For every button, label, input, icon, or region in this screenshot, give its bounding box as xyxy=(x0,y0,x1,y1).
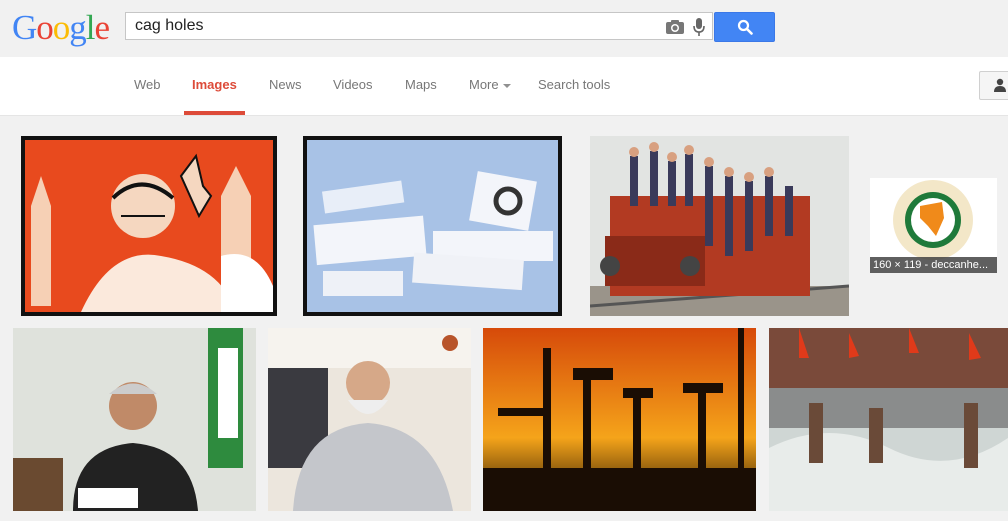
logo-letter: G xyxy=(12,8,37,47)
image-hover-caption: 160 × 119 - deccanhe... xyxy=(870,257,997,273)
search-button[interactable] xyxy=(714,12,775,42)
result-image xyxy=(769,328,1008,511)
search-box xyxy=(125,12,713,40)
microphone-icon[interactable] xyxy=(692,17,706,37)
result-image xyxy=(268,328,471,511)
image-result[interactable] xyxy=(483,328,756,511)
logo-letter: o xyxy=(36,8,53,47)
image-result[interactable] xyxy=(13,328,256,511)
tab-videos[interactable]: Videos xyxy=(333,77,373,93)
search-input[interactable] xyxy=(135,17,655,35)
active-tab-indicator xyxy=(184,111,245,115)
top-bar: Google xyxy=(0,0,1008,57)
caret-down-icon xyxy=(502,83,511,88)
tab-images[interactable]: Images xyxy=(192,77,237,93)
tab-web[interactable]: Web xyxy=(134,77,161,93)
result-image xyxy=(483,328,756,511)
logo-letter: o xyxy=(52,8,70,47)
tab-more[interactable]: More xyxy=(469,77,511,93)
account-icon xyxy=(994,78,1006,92)
tab-maps[interactable]: Maps xyxy=(405,77,437,93)
result-image xyxy=(303,136,562,316)
search-icon xyxy=(737,19,753,35)
image-result[interactable] xyxy=(769,328,1008,511)
image-result[interactable] xyxy=(590,136,849,316)
google-logo[interactable]: Google xyxy=(12,8,111,48)
tab-search-tools[interactable]: Search tools xyxy=(538,77,610,93)
logo-letter: e xyxy=(94,8,111,47)
logo-letter: l xyxy=(85,8,96,47)
image-result[interactable] xyxy=(268,328,471,511)
result-image xyxy=(13,328,256,511)
tab-news[interactable]: News xyxy=(269,77,302,93)
logo-letter: g xyxy=(69,8,86,47)
account-button[interactable] xyxy=(979,71,1008,100)
tab-more-label: More xyxy=(469,77,499,92)
result-image xyxy=(21,136,277,316)
search-nav: Web Images News Videos Maps More Search … xyxy=(0,57,1008,116)
result-image xyxy=(590,136,849,316)
image-result[interactable] xyxy=(303,136,562,316)
image-result[interactable] xyxy=(21,136,277,316)
camera-icon[interactable] xyxy=(665,19,685,35)
